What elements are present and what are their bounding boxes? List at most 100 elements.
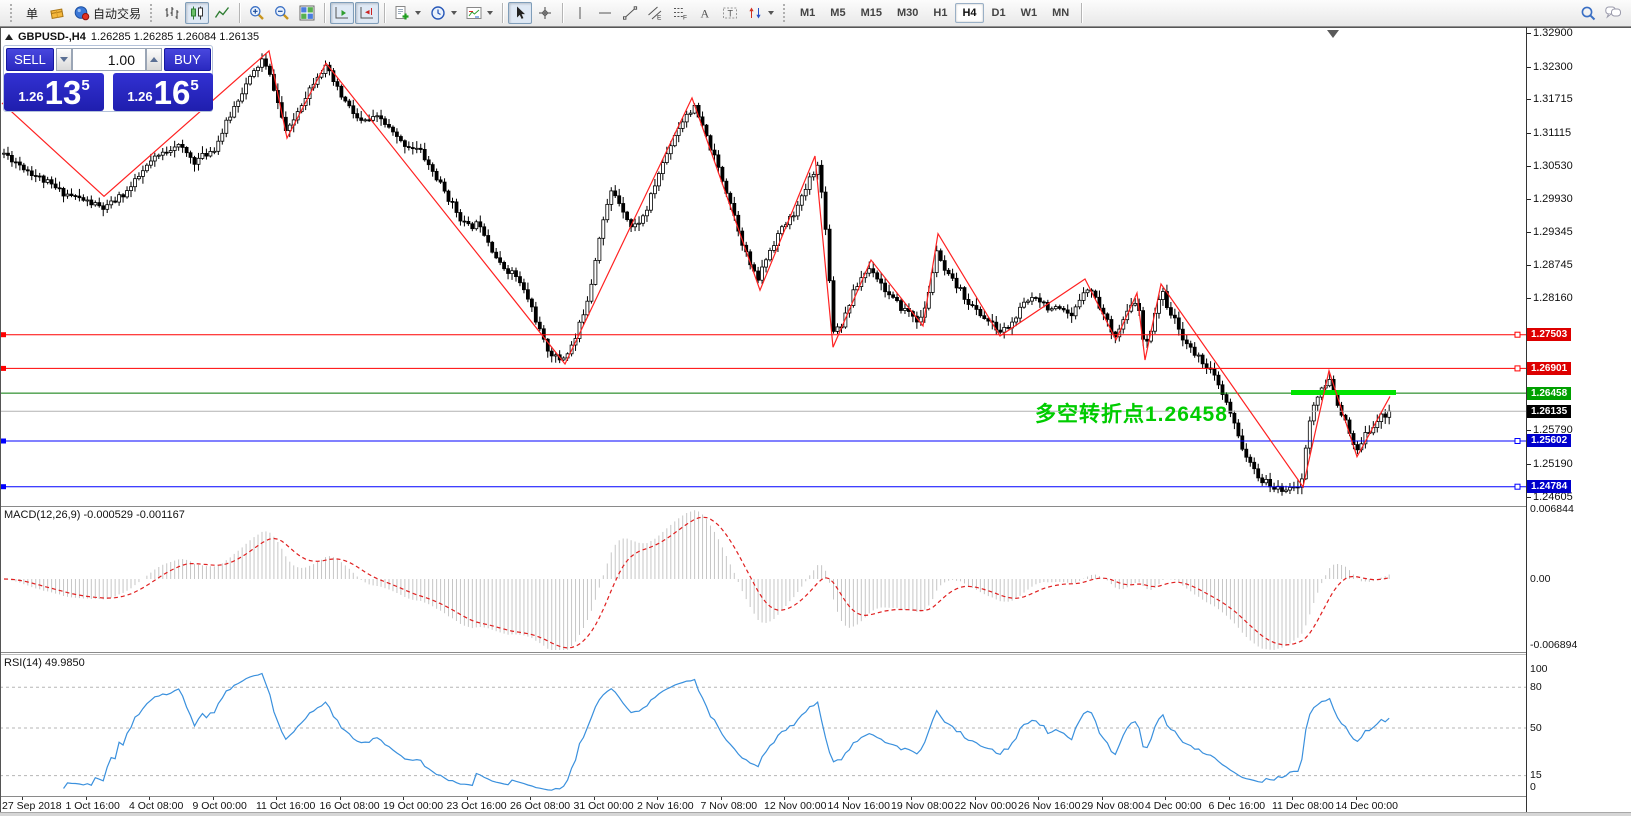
auto-scroll-button[interactable] bbox=[330, 2, 354, 24]
svg-text:E: E bbox=[657, 15, 662, 22]
cursor-button[interactable] bbox=[508, 2, 532, 24]
buy-price-big: 16 bbox=[154, 78, 191, 108]
indicators-icon bbox=[394, 5, 410, 21]
time-label: 19 Oct 00:00 bbox=[383, 800, 443, 812]
rsi-line bbox=[64, 674, 1390, 791]
time-label: 1 Oct 16:00 bbox=[66, 800, 120, 812]
macd-axis-label: 0.00 bbox=[1530, 573, 1550, 585]
chevron-down-icon bbox=[60, 57, 68, 62]
timeframe-M5-button[interactable]: M5 bbox=[823, 3, 852, 23]
current-price-badge: 1.26135 bbox=[1527, 405, 1571, 418]
bars-icon bbox=[164, 5, 180, 21]
fibo-icon: F bbox=[672, 5, 688, 21]
time-label: 12 Nov 00:00 bbox=[764, 800, 826, 812]
candlestick-chart-button[interactable] bbox=[185, 2, 209, 24]
buy-price-box[interactable]: 1.26 16 5 bbox=[113, 73, 213, 111]
timeframe-MN-button[interactable]: MN bbox=[1045, 3, 1076, 23]
horizontal-line-button[interactable] bbox=[593, 2, 617, 24]
symbol-header: GBPUSD-,H4 1.26285 1.26285 1.26084 1.261… bbox=[5, 31, 259, 43]
crosshair-button[interactable] bbox=[533, 2, 557, 24]
periods-button[interactable] bbox=[426, 2, 461, 24]
sell-price-box[interactable]: 1.26 13 5 bbox=[4, 73, 104, 111]
tile-windows-button[interactable] bbox=[295, 2, 319, 24]
toolbar-separator bbox=[1081, 3, 1082, 23]
collapse-triangle-icon[interactable] bbox=[5, 34, 13, 40]
toolbar-grip bbox=[783, 4, 788, 22]
time-label: 4 Oct 08:00 bbox=[129, 800, 183, 812]
sell-button[interactable]: SELL bbox=[6, 48, 54, 71]
main-chart-canvas[interactable] bbox=[0, 28, 1526, 505]
time-label: 6 Dec 16:00 bbox=[1209, 800, 1266, 812]
time-label: 31 Oct 00:00 bbox=[574, 800, 634, 812]
time-label: 14 Dec 00:00 bbox=[1336, 800, 1398, 812]
auto-trading-button[interactable]: 自动交易 bbox=[70, 2, 145, 24]
chevron-down-icon bbox=[451, 11, 457, 15]
box-icon bbox=[49, 5, 65, 21]
chart-shift-button[interactable] bbox=[355, 2, 379, 24]
hline-icon bbox=[597, 5, 613, 21]
templates-button[interactable] bbox=[462, 2, 497, 24]
macd-pane-canvas[interactable] bbox=[0, 508, 1526, 652]
timeframe-H1-button[interactable]: H1 bbox=[926, 3, 954, 23]
price-tick-label: 1.28745 bbox=[1533, 259, 1573, 271]
price-tick-label: 1.29930 bbox=[1533, 193, 1573, 205]
toolbar-separator bbox=[324, 3, 325, 23]
text-button[interactable]: A bbox=[693, 2, 717, 24]
buy-button[interactable]: BUY bbox=[164, 48, 211, 71]
svg-text:T: T bbox=[728, 9, 734, 19]
sell-price-big: 13 bbox=[45, 78, 82, 108]
price-tick-label: 1.25190 bbox=[1533, 458, 1573, 470]
timeframe-W1-button[interactable]: W1 bbox=[1014, 3, 1045, 23]
fibonacci-button[interactable]: F bbox=[668, 2, 692, 24]
zoomin-icon bbox=[249, 5, 265, 21]
tline-icon bbox=[622, 5, 638, 21]
time-label: 26 Nov 16:00 bbox=[1018, 800, 1080, 812]
volume-input[interactable] bbox=[72, 48, 146, 71]
bar-chart-button[interactable] bbox=[160, 2, 184, 24]
toolbar-separator bbox=[502, 3, 503, 23]
equidistant-channel-button[interactable]: E bbox=[643, 2, 667, 24]
timeframe-M1-button[interactable]: M1 bbox=[793, 3, 822, 23]
time-label: 19 Nov 08:00 bbox=[891, 800, 953, 812]
line-chart-button[interactable] bbox=[210, 2, 234, 24]
package-button[interactable] bbox=[45, 2, 69, 24]
price-badge: 1.26901 bbox=[1527, 362, 1571, 375]
vertical-line-button[interactable] bbox=[568, 2, 592, 24]
price-tick bbox=[1527, 33, 1531, 34]
chart-shift-marker bbox=[1327, 30, 1339, 38]
rsi-label: RSI(14) 49.9850 bbox=[4, 657, 85, 669]
chevron-down-icon bbox=[487, 11, 493, 15]
shift-icon bbox=[359, 5, 375, 21]
timeframe-H4-button[interactable]: H4 bbox=[955, 3, 983, 23]
label-icon: T bbox=[722, 5, 738, 21]
time-label: 7 Nov 08:00 bbox=[701, 800, 758, 812]
svg-text:A: A bbox=[701, 7, 710, 21]
toolbar: 单 自动交易 E FA T M1M5M15M30H1H4D1W1MN bbox=[0, 0, 1631, 27]
new-order-button[interactable]: 单 bbox=[20, 2, 44, 24]
timeframe-M30-button[interactable]: M30 bbox=[890, 3, 925, 23]
trendline-button[interactable] bbox=[618, 2, 642, 24]
time-label: 23 Oct 16:00 bbox=[447, 800, 507, 812]
price-tick-label: 1.32900 bbox=[1533, 27, 1573, 39]
zoom-in-button[interactable] bbox=[245, 2, 269, 24]
timeframe-D1-button[interactable]: D1 bbox=[985, 3, 1013, 23]
arrow-objects-button[interactable] bbox=[743, 2, 778, 24]
chevron-down-icon bbox=[415, 11, 421, 15]
price-tick bbox=[1527, 232, 1531, 233]
search-button[interactable] bbox=[1576, 2, 1600, 24]
zoom-out-button[interactable] bbox=[270, 2, 294, 24]
indicators-list-button[interactable] bbox=[390, 2, 425, 24]
chat-button[interactable] bbox=[1601, 2, 1625, 24]
pivot-annotation[interactable]: 多空转折点1.26458 bbox=[1035, 398, 1228, 428]
text-icon: A bbox=[697, 5, 713, 21]
rsi-axis-label: 15 bbox=[1530, 769, 1542, 781]
ohlc-values: 1.26285 1.26285 1.26084 1.26135 bbox=[91, 31, 259, 43]
rsi-pane-canvas[interactable] bbox=[0, 655, 1526, 796]
volume-decrease-button[interactable] bbox=[56, 48, 72, 71]
time-label: 14 Nov 16:00 bbox=[828, 800, 890, 812]
time-axis[interactable]: 27 Sep 20181 Oct 16:004 Oct 08:009 Oct 0… bbox=[0, 797, 1526, 812]
volume-increase-button[interactable] bbox=[146, 48, 162, 71]
timeframe-M15-button[interactable]: M15 bbox=[854, 3, 889, 23]
price-tick bbox=[1527, 430, 1531, 431]
text-label-button[interactable]: T bbox=[718, 2, 742, 24]
